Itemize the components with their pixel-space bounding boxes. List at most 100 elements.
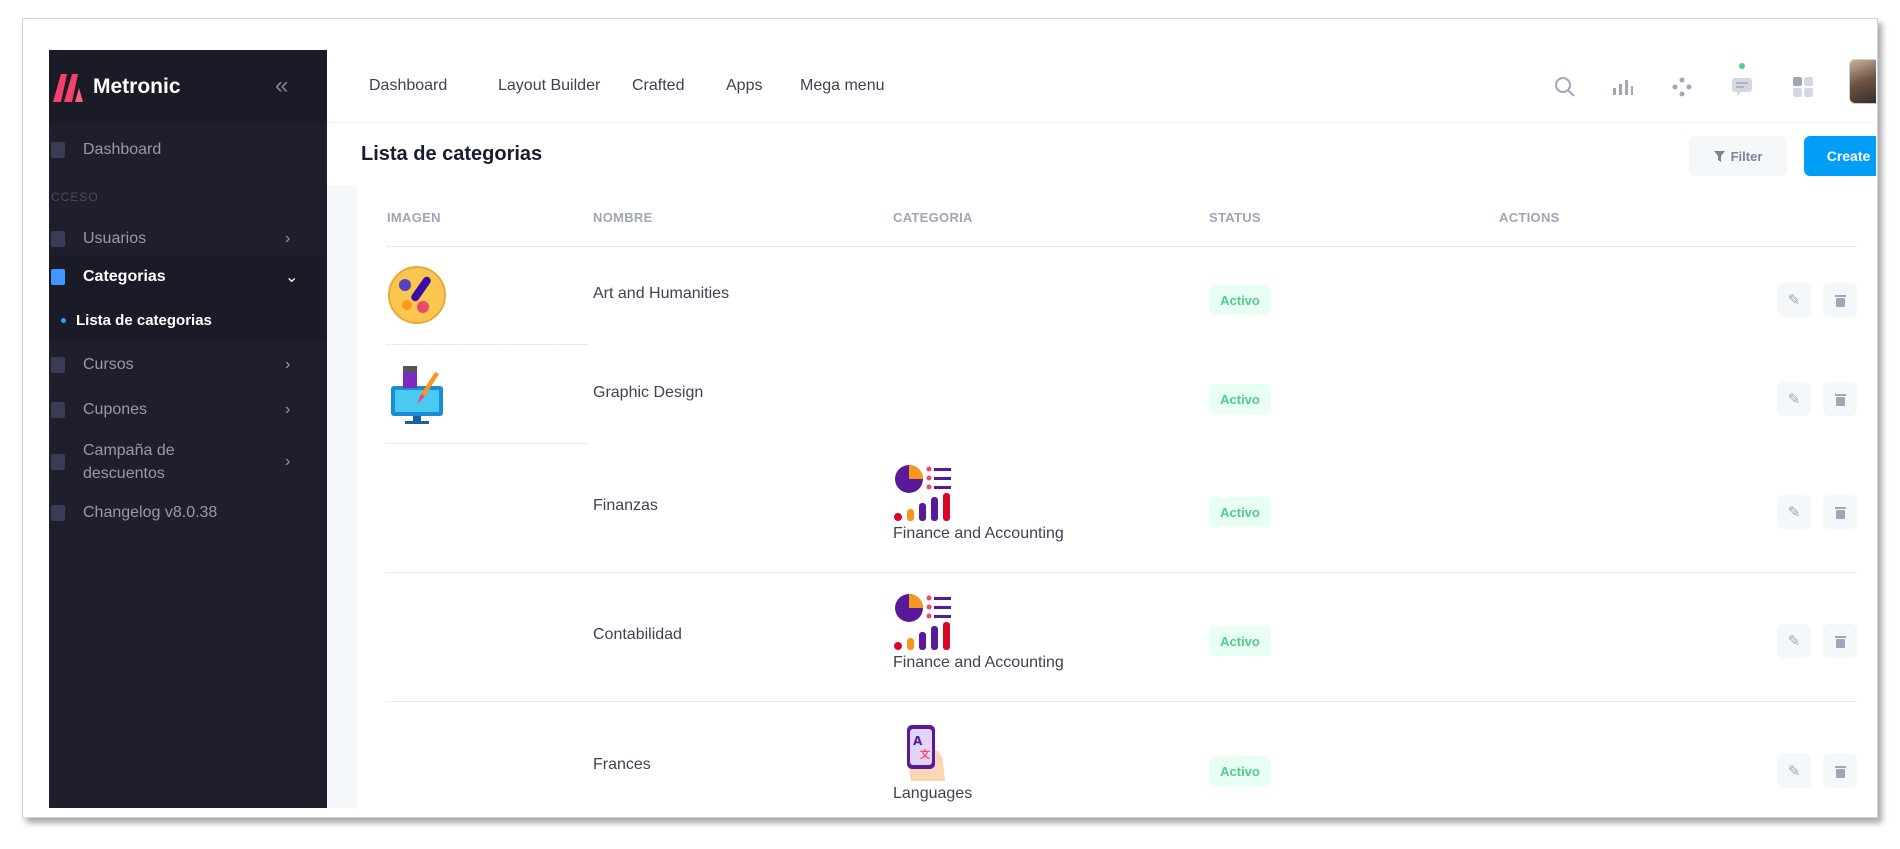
category-name: Art and Humanities: [593, 285, 730, 302]
collapse-sidebar-icon[interactable]: «: [275, 72, 288, 100]
table-row: A 文 Languages Frances Activo ✎: [357, 703, 1876, 808]
campaign-icon: [51, 454, 65, 470]
sidebar-section-title: CCESO: [51, 190, 99, 204]
languages-phone-icon: A 文: [893, 721, 953, 781]
table-row: Finance and Accounting Finanzas Activo ✎: [357, 445, 1876, 573]
changelog-icon: [51, 505, 65, 521]
delete-icon[interactable]: [1823, 624, 1857, 658]
delete-icon[interactable]: [1823, 495, 1857, 529]
sidebar-item-label: Cursos: [83, 356, 134, 373]
sidebar: Metronic « Dashboard CCESO Usuarios › Ca…: [49, 50, 327, 808]
row-divider: [387, 572, 1857, 573]
category-label: Finance and Accounting: [893, 654, 1064, 671]
sidebar-item-changelog[interactable]: Changelog v8.0.38: [49, 493, 327, 533]
screenshot-frame: Metronic « Dashboard CCESO Usuarios › Ca…: [22, 18, 1878, 818]
finance-chart-icon: [893, 463, 953, 523]
sidebar-item-label: Categorias: [83, 268, 166, 285]
column-header-imagen[interactable]: IMAGEN: [387, 210, 441, 225]
column-header-status[interactable]: STATUS: [1209, 210, 1261, 225]
page-toolbar: Lista de categorias Filter Create: [327, 123, 1876, 186]
sidebar-item-categorias[interactable]: Categorias ⌄: [49, 255, 327, 299]
category-name: Graphic Design: [593, 384, 704, 401]
edit-icon[interactable]: ✎: [1777, 283, 1811, 317]
categories-table-card: IMAGEN NOMBRE CATEGORIA STATUS ACTIONS A…: [357, 186, 1876, 808]
dashboard-icon: [51, 142, 65, 158]
search-icon[interactable]: [1548, 70, 1582, 104]
nav-dashboard[interactable]: Dashboard: [369, 77, 447, 95]
status-badge: Activo: [1209, 756, 1271, 786]
delete-icon[interactable]: [1823, 283, 1857, 317]
chevron-right-icon: ›: [285, 230, 291, 247]
table-row: Art and Humanities Activo ✎: [357, 247, 1876, 345]
page-title: Lista de categorias: [361, 143, 543, 165]
nav-apps[interactable]: Apps: [726, 77, 762, 95]
finance-chart-icon: [893, 592, 953, 652]
user-avatar[interactable]: [1849, 59, 1876, 104]
chevron-right-icon: ›: [285, 401, 291, 418]
status-badge: Activo: [1209, 626, 1271, 656]
quick-links-icon[interactable]: [1665, 70, 1699, 104]
main-content: IMAGEN NOMBRE CATEGORIA STATUS ACTIONS A…: [327, 186, 1876, 808]
edit-icon[interactable]: ✎: [1777, 382, 1811, 416]
chevron-right-icon: ›: [285, 356, 291, 373]
sidebar-item-dashboard[interactable]: Dashboard: [49, 130, 327, 170]
bullet-icon: [61, 317, 66, 323]
metronic-logo-icon[interactable]: [51, 72, 85, 102]
sidebar-item-label: Usuarios: [83, 230, 147, 247]
column-header-nombre[interactable]: NOMBRE: [593, 210, 653, 225]
filter-icon: [1713, 150, 1725, 162]
column-header-categoria[interactable]: CATEGORIA: [893, 210, 973, 225]
svg-text:A: A: [913, 734, 923, 748]
create-button[interactable]: Create: [1804, 136, 1876, 176]
courses-icon: [51, 357, 65, 373]
sidebar-item-label: Campaña de descuentos: [83, 442, 175, 482]
table-row: Finance and Accounting Contabilidad Acti…: [357, 574, 1876, 702]
column-header-actions: ACTIONS: [1499, 210, 1560, 225]
sidebar-item-cupones[interactable]: Cupones ›: [49, 390, 327, 430]
status-badge: Activo: [1209, 497, 1271, 527]
edit-icon[interactable]: ✎: [1777, 624, 1811, 658]
filter-button-label: Filter: [1730, 148, 1763, 164]
activity-chart-icon[interactable]: [1606, 70, 1640, 104]
sidebar-item-usuarios[interactable]: Usuarios ›: [49, 219, 327, 259]
status-badge: Activo: [1209, 285, 1271, 315]
category-label: Finance and Accounting: [893, 525, 1064, 542]
filter-button[interactable]: Filter: [1689, 136, 1787, 176]
users-icon: [51, 231, 65, 247]
svg-text:文: 文: [920, 748, 931, 761]
categories-icon: [51, 269, 65, 285]
sidebar-item-label: Changelog v8.0.38: [83, 504, 218, 521]
palette-icon: [387, 265, 447, 325]
row-divider: [387, 344, 587, 345]
row-divider: [387, 701, 1857, 702]
category-label: Languages: [893, 785, 973, 802]
coupons-icon: [51, 402, 65, 418]
apps-grid-icon[interactable]: [1786, 70, 1820, 104]
brand-name: Metronic: [93, 74, 181, 98]
sidebar-item-cursos[interactable]: Cursos ›: [49, 345, 327, 385]
top-header: Dashboard Layout Builder Crafted Apps Me…: [327, 50, 1876, 123]
chevron-down-icon: ⌄: [285, 269, 299, 286]
edit-icon[interactable]: ✎: [1777, 495, 1811, 529]
category-name: Frances: [593, 756, 651, 773]
nav-mega-menu[interactable]: Mega menu: [800, 77, 885, 95]
design-monitor-icon: [387, 364, 447, 424]
category-name: Contabilidad: [593, 626, 682, 643]
nav-layout-builder[interactable]: Layout Builder: [498, 77, 600, 95]
table-row: Graphic Design Activo ✎: [357, 346, 1876, 444]
create-button-label: Create: [1826, 148, 1871, 164]
sidebar-item-label: Lista de categorias: [76, 311, 212, 329]
status-badge: Activo: [1209, 384, 1271, 414]
category-name: Finanzas: [593, 497, 658, 514]
notification-dot: [1739, 63, 1745, 69]
sidebar-subitem-lista-de-categorias[interactable]: Lista de categorias: [49, 299, 327, 341]
nav-crafted[interactable]: Crafted: [632, 77, 684, 95]
chat-icon[interactable]: [1725, 70, 1759, 104]
delete-icon[interactable]: [1823, 382, 1857, 416]
delete-icon[interactable]: [1823, 754, 1857, 788]
row-divider: [387, 443, 587, 444]
sidebar-item-label: Cupones: [83, 401, 148, 418]
sidebar-item-campana-de-descuentos[interactable]: Campaña de descuentos ›: [49, 434, 327, 490]
edit-icon[interactable]: ✎: [1777, 754, 1811, 788]
app-window: Metronic « Dashboard CCESO Usuarios › Ca…: [49, 50, 1876, 808]
